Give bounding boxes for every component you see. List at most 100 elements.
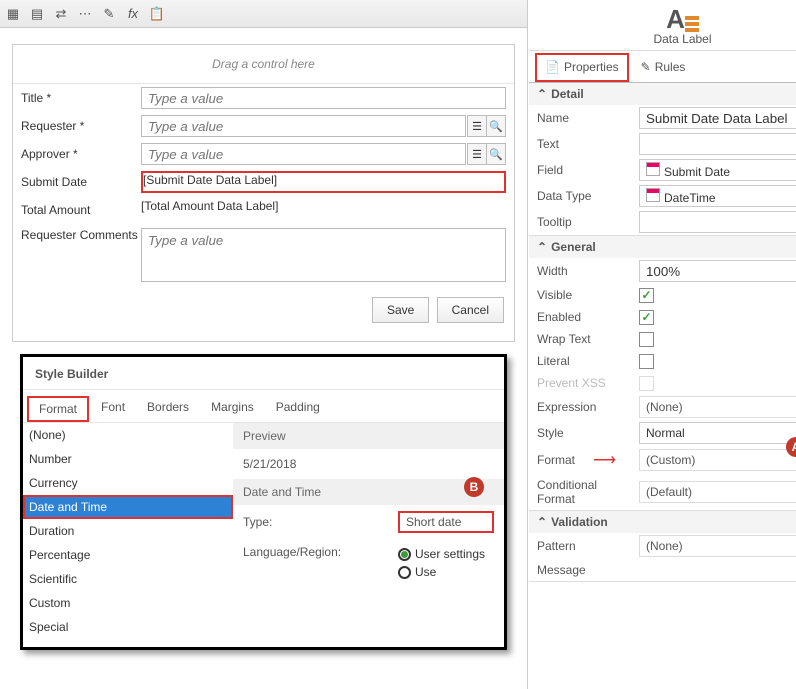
- preview-label: Preview: [233, 423, 504, 449]
- input-comments[interactable]: [141, 228, 506, 282]
- lbl-text: Text: [529, 131, 637, 157]
- cat-number[interactable]: Number: [23, 447, 233, 471]
- fx-icon[interactable]: fx: [124, 5, 142, 23]
- lbl-field: Field: [529, 157, 637, 183]
- preview-value: 5/21/2018: [233, 449, 504, 479]
- type-label: Type:: [243, 515, 398, 529]
- search-icon[interactable]: 🔍: [486, 115, 506, 137]
- tab-padding[interactable]: Padding: [266, 396, 330, 422]
- checkbox-visible[interactable]: ✓: [639, 288, 654, 303]
- value-format[interactable]: (Custom): [639, 449, 796, 471]
- total-amount-data-label[interactable]: [Total Amount Data Label]: [141, 199, 506, 221]
- clipboard-icon[interactable]: 📋: [148, 5, 166, 23]
- collapse-icon: ⌃: [537, 240, 547, 254]
- lbl-expression: Expression: [529, 394, 637, 420]
- rules-icon: ✎: [641, 60, 651, 74]
- label-requester: Requester *: [21, 119, 141, 133]
- form-canvas: Drag a control here Title * Requester * …: [12, 44, 515, 342]
- label-comments: Requester Comments: [21, 228, 141, 242]
- cat-none[interactable]: (None): [23, 423, 233, 447]
- format-category-list: (None) Number Currency Date and Time Dur…: [23, 423, 233, 639]
- cat-percentage[interactable]: Percentage: [23, 543, 233, 567]
- tab-properties[interactable]: 📄Properties: [535, 53, 629, 82]
- cat-duration[interactable]: Duration: [23, 519, 233, 543]
- properties-icon: 📄: [545, 60, 560, 74]
- checkbox-literal[interactable]: [639, 354, 654, 369]
- link-icon[interactable]: ⇄: [52, 5, 70, 23]
- style-builder-title: Style Builder: [23, 357, 504, 390]
- search-icon[interactable]: 🔍: [486, 143, 506, 165]
- checkbox-wrap[interactable]: [639, 332, 654, 347]
- radio-use[interactable]: Use: [398, 563, 485, 581]
- save-button[interactable]: Save: [372, 297, 429, 323]
- value-pattern[interactable]: (None): [639, 535, 796, 557]
- lbl-wrap: Wrap Text: [529, 328, 637, 350]
- submit-date-data-label[interactable]: [Submit Date Data Label]: [141, 171, 506, 193]
- checkbox-prevent-xss: [639, 376, 654, 391]
- collapse-icon: ⌃: [537, 515, 547, 529]
- cat-special[interactable]: Special: [23, 615, 233, 639]
- wand-icon[interactable]: ✎: [100, 5, 118, 23]
- callout-b: B: [464, 477, 484, 497]
- lbl-tooltip: Tooltip: [529, 209, 637, 235]
- dots-icon[interactable]: ⋯: [76, 5, 94, 23]
- cat-custom[interactable]: Custom: [23, 591, 233, 615]
- tab-font[interactable]: Font: [91, 396, 135, 422]
- calendar-icon: [646, 162, 660, 176]
- lbl-visible: Visible: [529, 284, 637, 306]
- checkbox-enabled[interactable]: ✓: [639, 310, 654, 325]
- lbl-conditional-format: Conditional Format: [529, 474, 637, 510]
- style-builder-dialog: Style Builder Format Font Borders Margin…: [20, 354, 507, 650]
- tab-borders[interactable]: Borders: [137, 396, 199, 422]
- radio-user-settings[interactable]: User settings: [398, 545, 485, 563]
- collapse-icon: ⌃: [537, 87, 547, 101]
- label-title: Title *: [21, 91, 141, 105]
- label-approver: Approver *: [21, 147, 141, 161]
- dropdown-datatype[interactable]: DateTime⌄: [639, 185, 796, 207]
- section-general[interactable]: ⌃General: [529, 236, 796, 258]
- section-date-time: Date and Time: [243, 485, 321, 499]
- drag-hint: Drag a control here: [13, 45, 514, 84]
- value-conditional-format[interactable]: (Default): [639, 481, 796, 503]
- lbl-literal: Literal: [529, 350, 637, 372]
- lbl-message: Message: [529, 559, 637, 581]
- lbl-width: Width: [529, 258, 637, 284]
- label-submit-date: Submit Date: [21, 175, 141, 189]
- cancel-button[interactable]: Cancel: [437, 297, 504, 323]
- lbl-pattern: Pattern: [529, 533, 637, 559]
- lbl-datatype: Data Type: [529, 183, 637, 209]
- lbl-name: Name: [529, 105, 637, 131]
- input-approver[interactable]: [141, 143, 466, 165]
- input-width[interactable]: [639, 260, 796, 282]
- lbl-enabled: Enabled: [529, 306, 637, 328]
- type-dropdown[interactable]: Short date: [398, 511, 494, 533]
- main-toolbar: ▦ ▤ ⇄ ⋯ ✎ fx 📋: [0, 0, 527, 28]
- dropdown-style[interactable]: Normal⌄: [639, 422, 796, 444]
- arrow-icon: ⟶: [593, 450, 616, 470]
- cat-currency[interactable]: Currency: [23, 471, 233, 495]
- picker-icon[interactable]: ☰: [467, 143, 487, 165]
- input-text[interactable]: [639, 133, 796, 155]
- properties-panel: A Data Label 📄Properties ✎Rules ⌃Detail …: [528, 0, 796, 689]
- input-tooltip[interactable]: [639, 211, 796, 233]
- value-expression[interactable]: (None): [639, 396, 796, 418]
- grid-icon[interactable]: ▦: [4, 5, 22, 23]
- tab-margins[interactable]: Margins: [201, 396, 264, 422]
- input-title[interactable]: [141, 87, 506, 109]
- cat-date-time[interactable]: Date and Time: [23, 495, 233, 519]
- cat-scientific[interactable]: Scientific: [23, 567, 233, 591]
- tab-format[interactable]: Format: [27, 396, 89, 422]
- tab-rules[interactable]: ✎Rules: [633, 53, 694, 82]
- lbl-style: Style: [529, 420, 637, 446]
- section-detail[interactable]: ⌃Detail: [529, 83, 796, 105]
- data-label-icon: A: [666, 6, 699, 32]
- section-validation[interactable]: ⌃Validation: [529, 511, 796, 533]
- label-total-amount: Total Amount: [21, 203, 141, 217]
- panel-title: Data Label: [529, 32, 796, 50]
- input-requester[interactable]: [141, 115, 466, 137]
- input-name[interactable]: [639, 107, 796, 129]
- picker-icon[interactable]: ☰: [467, 115, 487, 137]
- dropdown-field[interactable]: Submit Date: [639, 159, 796, 181]
- grid-edit-icon[interactable]: ▤: [28, 5, 46, 23]
- calendar-icon: [646, 188, 660, 202]
